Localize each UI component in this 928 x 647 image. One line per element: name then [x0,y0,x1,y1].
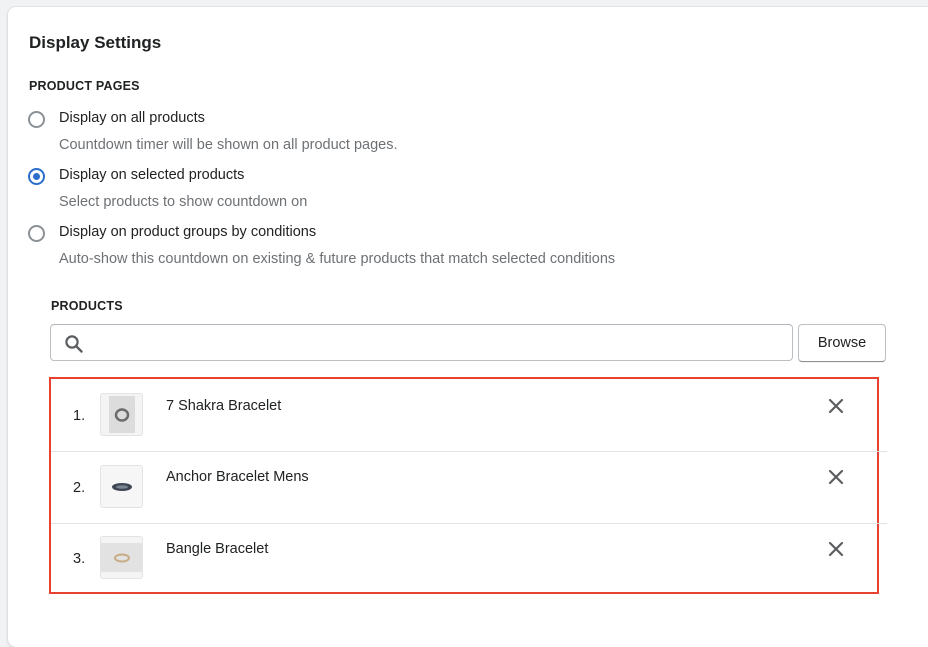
radio-button[interactable] [28,111,45,128]
radio-label: Display on product groups by conditions [59,224,317,240]
product-row: 2. Anchor Bracelet Mens [51,451,887,523]
products-label: PRODUCTS [51,299,123,313]
product-name: Anchor Bracelet Mens [166,469,309,485]
browse-button[interactable]: Browse [798,324,886,362]
card-title: Display Settings [29,33,162,52]
radio-help-text: Countdown timer will be shown on all pro… [59,137,398,153]
close-icon [828,541,844,557]
product-name: 7 Shakra Bracelet [166,398,282,414]
remove-product-button[interactable] [824,394,848,418]
radio-help-text: Auto-show this countdown on existing & f… [59,251,616,267]
bracelet-thumbnail-icon [100,393,143,436]
radio-help-text: Select products to show countdown on [59,194,308,210]
product-row: 1. 7 Shakra Bracelet [51,379,887,451]
close-icon [828,398,844,414]
bracelet-thumbnail-icon [100,465,143,508]
selected-products-list: 1. 7 Shakra Bracelet 2. Anchor Bracelet … [49,377,887,594]
radio-label: Display on all products [59,110,205,126]
radio-button[interactable] [28,225,45,242]
row-index: 2. [73,480,86,496]
close-icon [828,469,844,485]
bracelet-thumbnail-icon [100,536,143,579]
product-search-box[interactable] [50,324,793,361]
row-divider [51,523,887,524]
product-search-input[interactable] [93,327,777,360]
remove-product-button[interactable] [824,465,848,489]
radio-button-checked[interactable] [28,168,45,185]
row-index: 1. [73,408,86,424]
product-name: Bangle Bracelet [166,541,269,557]
row-index: 3. [73,551,86,567]
product-pages-label: PRODUCT PAGES [29,79,140,93]
radio-label: Display on selected products [59,167,245,183]
search-icon [65,335,83,353]
display-settings-card: Display Settings PRODUCT PAGES Display o… [8,7,928,647]
remove-product-button[interactable] [824,537,848,561]
product-row: 3. Bangle Bracelet [51,523,887,595]
row-divider [51,451,887,452]
